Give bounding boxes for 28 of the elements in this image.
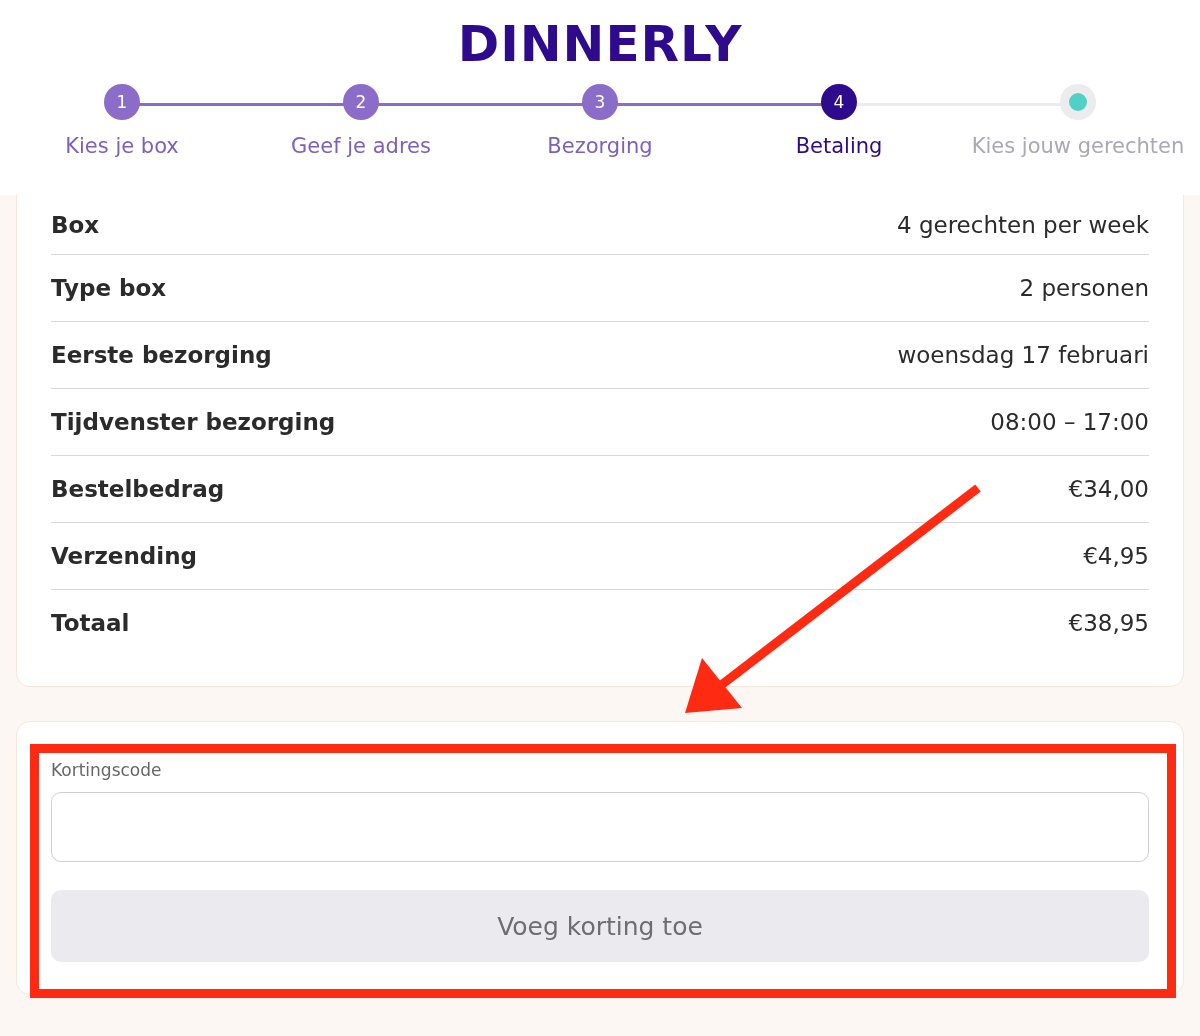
summary-value: €34,00 bbox=[1068, 476, 1149, 502]
summary-label: Verzending bbox=[51, 543, 198, 569]
step-label: Betaling bbox=[795, 134, 883, 158]
logo: DINNERLY bbox=[457, 14, 743, 74]
step-label: Geef je adres bbox=[291, 134, 431, 158]
summary-label: Totaal bbox=[51, 610, 130, 636]
field-label: Kortingscode bbox=[51, 760, 163, 780]
step-number: 3 bbox=[582, 84, 618, 120]
step-label: Kies je box bbox=[65, 134, 179, 158]
step-dot-icon bbox=[1069, 93, 1087, 111]
summary-value: 08:00 – 17:00 bbox=[990, 409, 1149, 435]
summary-label: Tijdvenster bezorging bbox=[51, 409, 336, 435]
summary-value: €38,95 bbox=[1068, 610, 1149, 636]
discount-code-field[interactable] bbox=[51, 792, 1149, 862]
summary-value: €4,95 bbox=[1083, 543, 1149, 569]
add-discount-button[interactable]: Voeg korting toe bbox=[51, 890, 1149, 962]
summary-label: Eerste bezorging bbox=[51, 342, 272, 368]
step-number: 1 bbox=[104, 84, 140, 120]
step-number: 2 bbox=[343, 84, 379, 120]
summary-value: 2 personen bbox=[1019, 275, 1149, 301]
step-label: Kies jouw gerechten bbox=[971, 134, 1185, 158]
step-number: 4 bbox=[821, 84, 857, 120]
summary-value: woensdag 17 februari bbox=[897, 342, 1149, 368]
summary-label: Box bbox=[51, 211, 100, 238]
step-label: Bezorging bbox=[547, 134, 653, 158]
summary-label: Bestelbedrag bbox=[51, 476, 225, 502]
summary-value: 4 gerechten per week bbox=[896, 211, 1149, 238]
summary-label: Type box bbox=[51, 275, 167, 301]
